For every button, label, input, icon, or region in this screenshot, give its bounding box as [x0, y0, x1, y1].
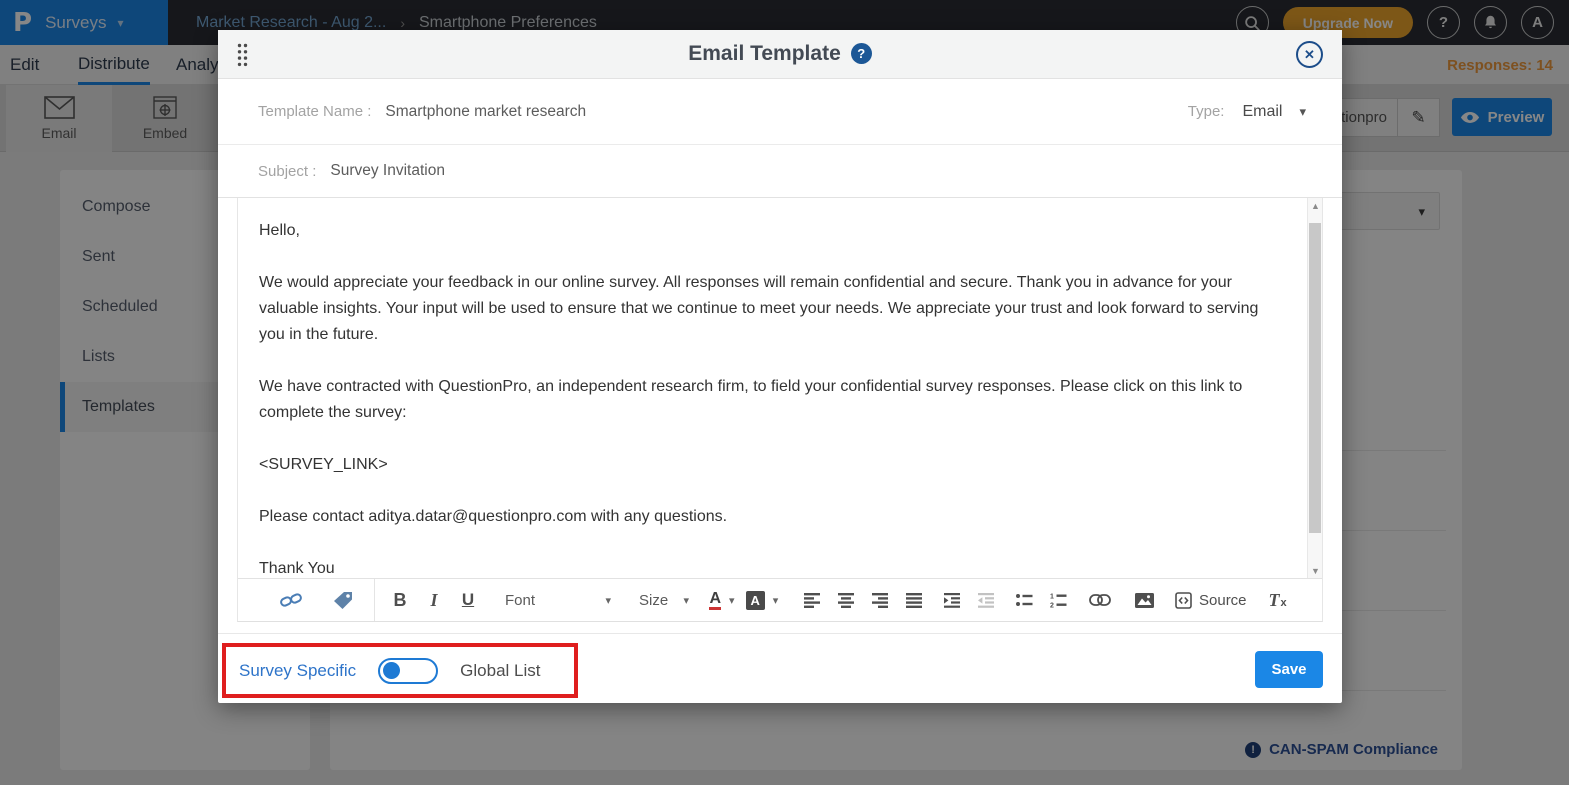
toggle-knob — [383, 662, 400, 679]
chevron-down-icon: ▾ — [1299, 104, 1306, 120]
align-center-icon — [838, 593, 855, 608]
subject-input[interactable]: Survey Invitation — [330, 162, 445, 180]
editor-toolbar: B I U Font ▾ Size ▾ A ▾ A ▾ — [238, 578, 1322, 621]
template-name-label: Template Name : — [258, 103, 371, 120]
font-size-value: Size — [639, 592, 668, 609]
template-name-row: Template Name : Smartphone market resear… — [218, 79, 1342, 145]
email-body-paragraph: Please contact aditya.datar@questionpro.… — [259, 504, 1262, 530]
email-body-paragraph: Thank You — [259, 556, 1262, 578]
align-left-icon — [804, 593, 821, 608]
align-center-button[interactable] — [829, 585, 863, 615]
chevron-down-icon: ▾ — [683, 594, 689, 607]
image-icon — [1135, 593, 1154, 608]
remove-format-button[interactable]: T x — [1261, 585, 1295, 615]
drag-handle[interactable] — [237, 43, 248, 67]
subject-row: Subject : Survey Invitation — [218, 145, 1342, 198]
remove-format-icon: T — [1268, 590, 1279, 611]
text-color-button[interactable]: A ▾ — [705, 585, 739, 615]
font-size-select[interactable]: Size ▾ — [633, 585, 695, 615]
modal-header: Email Template? ✕ — [218, 30, 1342, 79]
numbered-list-icon: 12 — [1050, 593, 1067, 608]
remove-format-sub: x — [1280, 597, 1286, 609]
increase-indent-button[interactable] — [935, 585, 969, 615]
italic-button[interactable]: I — [417, 585, 451, 615]
subject-label: Subject : — [258, 163, 316, 180]
scrollbar-thumb[interactable] — [1309, 223, 1321, 533]
email-template-modal: Email Template? ✕ Template Name : Smartp… — [218, 30, 1342, 703]
template-name-input[interactable]: Smartphone market research — [385, 103, 586, 121]
align-left-button[interactable] — [795, 585, 829, 615]
global-list-label[interactable]: Global List — [460, 661, 540, 681]
email-body-paragraph: We have contracted with QuestionPro, an … — [259, 374, 1262, 426]
justify-button[interactable] — [897, 585, 931, 615]
help-icon[interactable]: ? — [851, 43, 872, 64]
svg-text:1: 1 — [1050, 593, 1054, 600]
chevron-down-icon: ▾ — [729, 594, 735, 607]
survey-specific-label[interactable]: Survey Specific — [239, 661, 356, 681]
source-label: Source — [1199, 592, 1247, 609]
type-select[interactable]: Type: Email ▾ — [1188, 103, 1306, 121]
source-icon — [1175, 592, 1192, 609]
email-body-paragraph: We would appreciate your feedback in our… — [259, 270, 1262, 348]
insert-tag-button[interactable] — [326, 585, 360, 615]
rich-text-editor: Hello, We would appreciate your feedback … — [237, 198, 1323, 622]
type-label: Type: — [1188, 103, 1225, 120]
modal-title: Email Template? — [688, 42, 872, 66]
insert-link-button[interactable] — [274, 585, 308, 615]
indent-icon — [944, 593, 961, 608]
type-value: Email — [1242, 103, 1282, 121]
background-color-button[interactable]: A ▾ — [745, 585, 779, 615]
text-color-icon: A — [709, 590, 721, 610]
bold-button[interactable]: B — [383, 585, 417, 615]
close-icon: ✕ — [1304, 47, 1315, 63]
email-body-paragraph: <SURVEY_LINK> — [259, 452, 1262, 478]
email-body-editor[interactable]: Hello, We would appreciate your feedback … — [238, 198, 1322, 578]
chain-link-icon — [280, 592, 302, 608]
modal-footer: Survey Specific Global List Save — [218, 633, 1342, 703]
align-right-icon — [872, 593, 889, 608]
list-scope-toggle[interactable] — [378, 658, 438, 684]
hyperlink-icon — [1089, 594, 1111, 606]
close-button[interactable]: ✕ — [1296, 41, 1323, 68]
font-family-value: Font — [505, 592, 535, 609]
background-color-icon: A — [746, 591, 765, 610]
scroll-up-icon[interactable]: ▲ — [1308, 198, 1323, 213]
numbered-list-button[interactable]: 12 — [1041, 585, 1075, 615]
justify-icon — [906, 593, 923, 608]
save-button[interactable]: Save — [1255, 651, 1323, 688]
decrease-indent-button[interactable] — [969, 585, 1003, 615]
tag-icon — [333, 591, 354, 610]
outdent-icon — [978, 593, 995, 608]
insert-image-button[interactable] — [1127, 585, 1161, 615]
source-button[interactable]: Source — [1175, 585, 1247, 615]
annotation-highlight-box: Survey Specific Global List — [222, 643, 578, 698]
hyperlink-button[interactable] — [1083, 585, 1117, 615]
font-family-select[interactable]: Font ▾ — [499, 585, 617, 615]
chevron-down-icon: ▾ — [605, 594, 611, 607]
email-body-paragraph: Hello, — [259, 218, 1262, 244]
align-right-button[interactable] — [863, 585, 897, 615]
svg-text:2: 2 — [1050, 602, 1054, 608]
editor-scrollbar[interactable]: ▲ ▼ — [1307, 198, 1322, 578]
chevron-down-icon: ▾ — [773, 594, 779, 607]
bulleted-list-button[interactable] — [1007, 585, 1041, 615]
bulleted-list-icon — [1016, 593, 1033, 607]
underline-button[interactable]: U — [451, 585, 485, 615]
scroll-down-icon[interactable]: ▼ — [1308, 563, 1323, 578]
drag-dots-icon — [237, 43, 248, 67]
toolbar-divider — [374, 579, 375, 621]
